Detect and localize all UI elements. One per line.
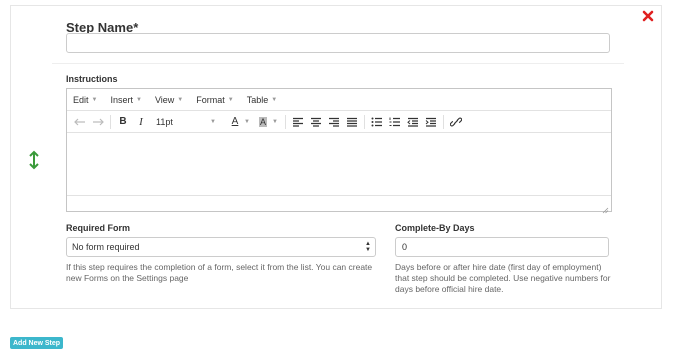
menu-edit[interactable]: Edit ▼ [71,93,99,107]
outdent-icon[interactable] [404,113,422,131]
numbered-list-icon[interactable] [386,113,404,131]
complete-by-days-input[interactable] [395,237,609,257]
align-justify-icon[interactable] [343,113,361,131]
menu-label: Format [196,94,225,105]
add-new-step-button[interactable]: Add New Step [10,337,64,349]
required-form-label: Required Form [66,223,131,233]
toolbar-separator [442,114,444,129]
divider [52,63,624,64]
rich-text-editor: Edit ▼ Insert ▼ View ▼ Format ▼ Table ▼ B I 1… [66,88,612,214]
background-color-button[interactable]: A [254,113,272,131]
drag-vertical-icon[interactable] [27,150,41,170]
menu-table[interactable]: Table ▼ [245,93,279,107]
required-form-help: If this step requires the completion of … [66,262,373,283]
chevron-down-icon: ▼ [135,96,142,103]
menu-label: View [154,94,175,105]
close-icon[interactable] [641,9,655,23]
instructions-label: Instructions [66,74,118,84]
text-color-label: A [231,116,239,127]
menu-label: Table [246,94,269,105]
chevron-down-icon[interactable]: ▼ [272,119,278,125]
chevron-down-icon: ▼ [91,96,98,103]
chevron-down-icon: ▼ [271,96,278,103]
indent-icon[interactable] [422,113,440,131]
complete-by-days-help: Days before or after hire date (first da… [395,262,611,294]
editor-menubar: Edit ▼ Insert ▼ View ▼ Format ▼ Table ▼ [67,89,611,111]
menu-label: Insert [110,94,133,105]
font-size-value: 11pt [156,116,173,127]
menu-format[interactable]: Format ▼ [194,93,235,107]
redo-icon[interactable] [89,113,107,131]
editor-statusbar [67,195,611,214]
chevron-down-icon[interactable]: ▼ [244,119,250,125]
toolbar-separator [284,114,286,129]
link-icon[interactable] [447,113,465,131]
chevron-down-icon: ▼ [177,96,184,103]
menu-label: Edit [73,94,89,105]
italic-button[interactable]: I [132,113,150,131]
complete-by-days-label: Complete-By Days [395,223,475,233]
chevron-down-icon: ▼ [210,118,216,125]
toolbar-separator [110,114,111,129]
font-size-select[interactable]: 11pt ▼ [152,113,222,131]
toolbar-separator [363,114,365,129]
required-form-value: No form required [72,242,140,252]
required-form-select[interactable]: No form required ▲ ▼ [66,237,376,257]
background-color-label: A [258,116,267,127]
bold-button[interactable]: B [114,113,132,131]
align-right-icon[interactable] [325,113,343,131]
align-left-icon[interactable] [289,113,307,131]
text-color-button[interactable]: A [226,113,244,131]
editor-content-area[interactable] [67,133,611,195]
menu-insert[interactable]: Insert ▼ [108,93,143,107]
undo-icon[interactable] [71,113,89,131]
editor-toolbar: B I 11pt ▼ A ▼ A ▼ [67,111,611,133]
menu-view[interactable]: View ▼ [153,93,185,107]
chevron-down-icon: ▼ [227,96,234,103]
align-center-icon[interactable] [307,113,325,131]
select-arrows-icon: ▲ ▼ [365,241,371,253]
bullet-list-icon[interactable] [368,113,386,131]
resize-handle-icon[interactable] [601,201,609,214]
step-name-input[interactable] [66,33,610,53]
